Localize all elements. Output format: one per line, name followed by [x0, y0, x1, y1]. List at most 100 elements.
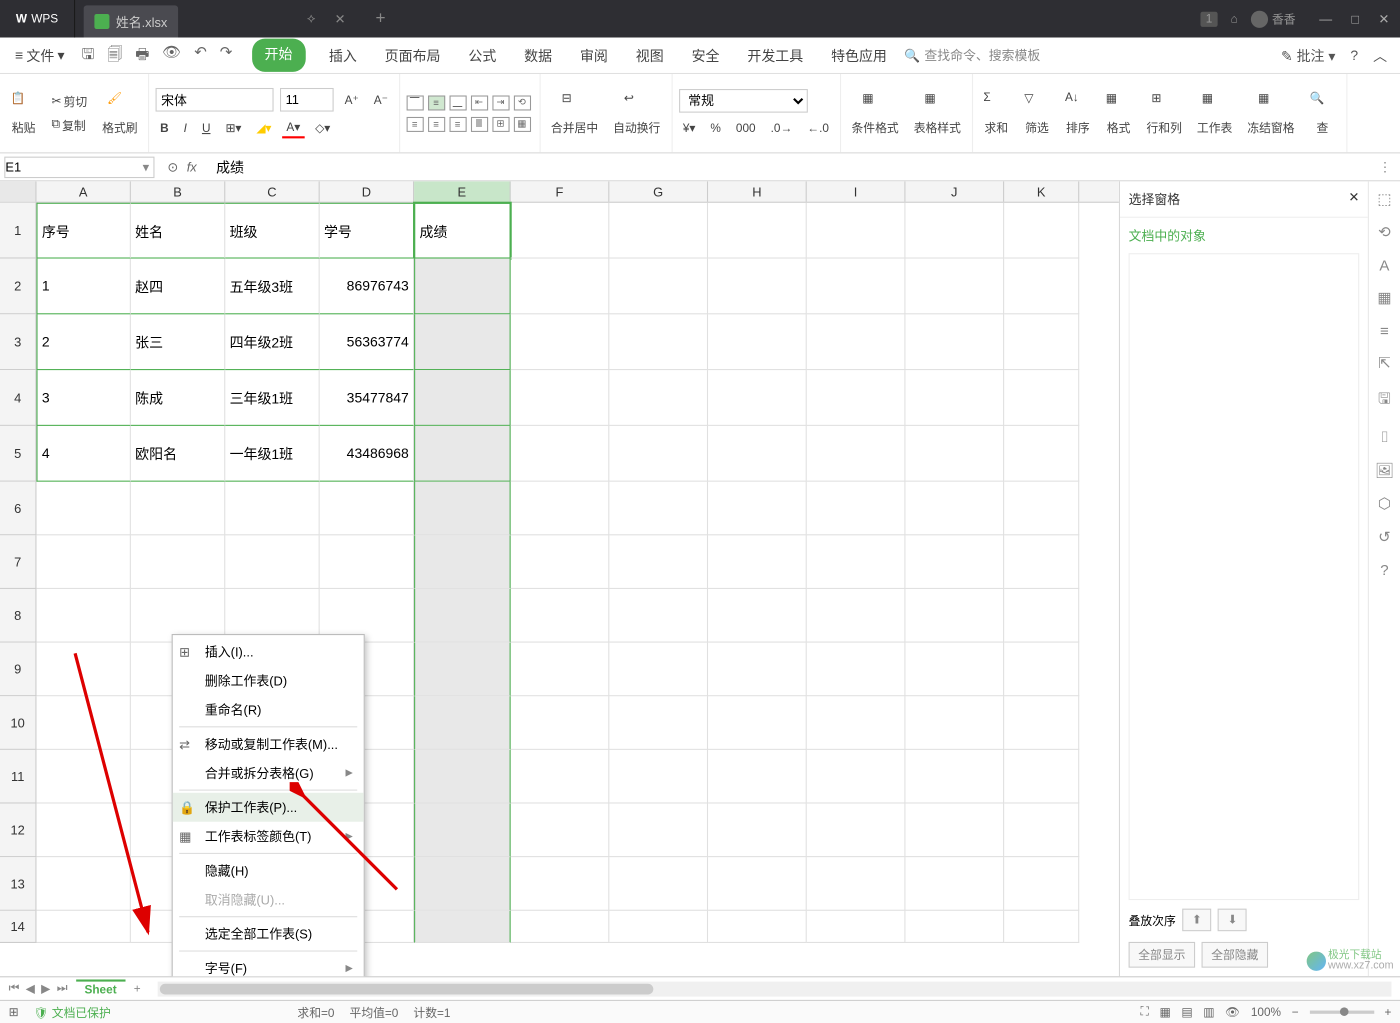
cell-E1[interactable]: 成绩 [414, 203, 511, 259]
row-header-4[interactable]: 4 [0, 370, 36, 426]
col-header-B[interactable]: B [131, 181, 225, 201]
cell-F11[interactable] [511, 750, 610, 804]
paste-button[interactable]: 📋 粘贴 [6, 89, 40, 138]
cell-E13[interactable] [414, 857, 511, 911]
hide-all-button[interactable]: 全部隐藏 [1202, 942, 1269, 968]
document-tab[interactable]: 姓名.xlsx [84, 5, 178, 37]
cell-J4[interactable] [905, 370, 1004, 426]
cell-E11[interactable] [414, 750, 511, 804]
format-painter-button[interactable]: 🖌 格式刷 [98, 89, 142, 138]
tab-formula[interactable]: 公式 [464, 39, 500, 72]
align-top-icon[interactable]: ⎺ [406, 95, 423, 110]
cell-F9[interactable] [511, 643, 610, 697]
tab-dev[interactable]: 开发工具 [743, 39, 807, 72]
cell-I8[interactable] [807, 589, 906, 643]
cell-K14[interactable] [1004, 911, 1079, 943]
undo-icon[interactable]: ↶ [194, 42, 207, 68]
cell-H12[interactable] [708, 804, 807, 858]
cell-G12[interactable] [609, 804, 708, 858]
cell-G3[interactable] [609, 314, 708, 370]
cell-G8[interactable] [609, 589, 708, 643]
close-tab-icon[interactable]: ✕ [335, 11, 346, 26]
cell-F14[interactable] [511, 911, 610, 943]
normal-view-icon[interactable]: ▤ [1181, 1005, 1192, 1019]
font-size-select[interactable] [280, 88, 334, 112]
cm-insert[interactable]: ⊞插入(I)... [173, 637, 364, 666]
cell-I7[interactable] [807, 535, 906, 589]
cell-F12[interactable] [511, 804, 610, 858]
row-header-1[interactable]: 1 [0, 203, 36, 259]
cell-K6[interactable] [1004, 482, 1079, 536]
cell-I5[interactable] [807, 426, 906, 482]
cm-font-size[interactable]: 字号(F)▶ [173, 954, 364, 977]
send-backward-button[interactable]: ⬇ [1218, 909, 1247, 932]
tab-view[interactable]: 视图 [631, 39, 667, 72]
cell-B7[interactable] [131, 535, 225, 589]
show-all-button[interactable]: 全部显示 [1129, 942, 1196, 968]
percent-icon[interactable]: % [706, 120, 725, 137]
cell-A9[interactable] [36, 643, 130, 697]
redo-icon[interactable]: ↷ [220, 42, 233, 68]
justify-icon[interactable]: ≣ [470, 116, 487, 131]
conditional-format-button[interactable]: ▦条件格式 [847, 89, 903, 138]
cell-K3[interactable] [1004, 314, 1079, 370]
cell-K9[interactable] [1004, 643, 1079, 697]
cm-select-all[interactable]: 选定全部工作表(S) [173, 919, 364, 948]
app-menu-icon[interactable]: ⊞ [9, 1005, 19, 1019]
cell-J3[interactable] [905, 314, 1004, 370]
cell-C2[interactable]: 五年级3班 [225, 259, 319, 315]
number-format-select[interactable]: 常规 [679, 89, 808, 113]
underline-button[interactable]: U [198, 120, 215, 137]
cell-E3[interactable] [414, 314, 511, 370]
cell-E2[interactable] [414, 259, 511, 315]
cell-G4[interactable] [609, 370, 708, 426]
bold-button[interactable]: B [156, 120, 173, 137]
row-header-9[interactable]: 9 [0, 643, 36, 697]
font-color-button[interactable]: A▾ [282, 118, 304, 138]
next-sheet-icon[interactable]: ▶ [41, 982, 50, 996]
row-header-3[interactable]: 3 [0, 314, 36, 370]
row-header-14[interactable]: 14 [0, 911, 36, 943]
cell-F10[interactable] [511, 696, 610, 750]
tab-security[interactable]: 安全 [687, 39, 723, 72]
tab-special[interactable]: 特色应用 [827, 39, 891, 72]
cell-D7[interactable] [320, 535, 414, 589]
align-left-icon[interactable]: ≡ [406, 116, 423, 131]
cell-J2[interactable] [905, 259, 1004, 315]
cell-B2[interactable]: 赵四 [131, 259, 225, 315]
cell-F7[interactable] [511, 535, 610, 589]
image-icon[interactable]: 🖼 [1375, 461, 1394, 479]
cell-G1[interactable] [609, 203, 708, 259]
cell-E10[interactable] [414, 696, 511, 750]
row-header-5[interactable]: 5 [0, 426, 36, 482]
tab-layout[interactable]: 页面布局 [380, 39, 444, 72]
print-icon[interactable]: 🖶 [135, 42, 149, 68]
cell-G5[interactable] [609, 426, 708, 482]
cell-J11[interactable] [905, 750, 1004, 804]
cell-A10[interactable] [36, 696, 130, 750]
cell-D1[interactable]: 学号 [320, 203, 414, 259]
cell-J12[interactable] [905, 804, 1004, 858]
align-center-icon[interactable]: ≡ [428, 116, 445, 131]
table-icon[interactable]: ▦ [1377, 289, 1391, 307]
cell-I2[interactable] [807, 259, 906, 315]
filter-button[interactable]: ▽筛选 [1020, 89, 1054, 138]
row-header-13[interactable]: 13 [0, 857, 36, 911]
style-icon[interactable]: A [1379, 256, 1389, 273]
cell-E4[interactable] [414, 370, 511, 426]
cell-I4[interactable] [807, 370, 906, 426]
last-sheet-icon[interactable]: ⏭ [57, 982, 68, 996]
cm-rename[interactable]: 重命名(R) [173, 695, 364, 724]
cell-E12[interactable] [414, 804, 511, 858]
cm-protect-sheet[interactable]: 🔒保护工作表(P)... [173, 793, 364, 822]
cell-I9[interactable] [807, 643, 906, 697]
decrease-decimal-icon[interactable]: ←.0 [803, 120, 833, 137]
cell-E14[interactable] [414, 911, 511, 943]
row-header-10[interactable]: 10 [0, 696, 36, 750]
cell-G13[interactable] [609, 857, 708, 911]
cell-H3[interactable] [708, 314, 807, 370]
col-header-K[interactable]: K [1004, 181, 1079, 201]
fill-color-button[interactable]: ◢▾ [252, 119, 276, 137]
history-icon[interactable]: ↺ [1378, 528, 1391, 546]
home-icon[interactable]: ⌂ [1231, 12, 1238, 25]
